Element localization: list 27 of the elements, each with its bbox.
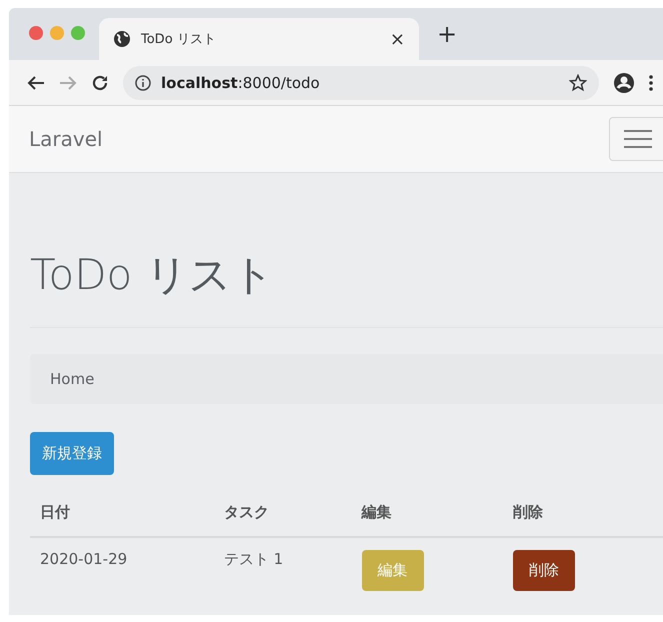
column-header: 削除 (503, 499, 663, 537)
new-entry-button[interactable]: 新規登録 (30, 432, 114, 475)
task-cell: テスト 1 (214, 537, 352, 603)
page-title: ToDo リスト (30, 247, 663, 328)
browser-tab[interactable]: ToDo リスト × (99, 18, 419, 60)
address-bar[interactable]: localhost:8000/todo (123, 66, 599, 100)
column-header: 日付 (30, 499, 214, 537)
profile-icon[interactable] (613, 72, 635, 94)
star-icon[interactable] (569, 74, 587, 92)
globe-icon (113, 30, 131, 48)
column-header: 編集 (352, 499, 504, 537)
new-tab-button[interactable]: + (437, 20, 458, 48)
date-cell: 2020-01-29 (30, 537, 214, 603)
delete-button[interactable]: 削除 (513, 550, 576, 591)
menu-toggle-button[interactable] (609, 117, 663, 161)
reload-icon[interactable] (91, 74, 109, 92)
menu-icon[interactable] (649, 74, 653, 90)
url-text: localhost:8000/todo (161, 74, 321, 92)
breadcrumb-link[interactable]: Home (50, 370, 94, 388)
tab-title: ToDo リスト (141, 31, 217, 48)
column-header: タスク (214, 499, 352, 537)
hamburger-icon (623, 129, 653, 149)
brand-text[interactable]: Laravel (29, 127, 103, 151)
close-light-icon[interactable] (29, 26, 43, 40)
back-icon[interactable] (27, 74, 45, 90)
info-icon (135, 74, 151, 90)
close-tab-button[interactable]: × (390, 28, 405, 50)
